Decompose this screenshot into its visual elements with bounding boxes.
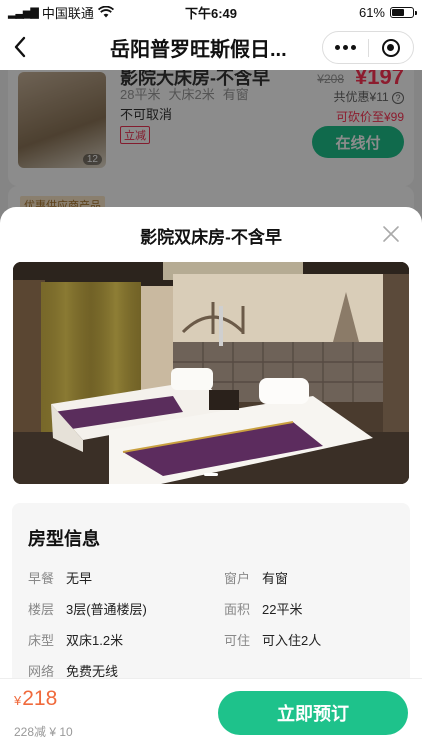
info-value: 可入住2人: [262, 633, 322, 648]
battery-fill: [392, 8, 405, 16]
signal-icon: ▂▃▅▇: [8, 6, 39, 19]
info-label: 窗户: [224, 571, 251, 586]
sheet-title: 影院双床房-不含早: [140, 228, 282, 247]
info-label: 楼层: [28, 602, 55, 617]
status-right: 61%: [358, 4, 417, 20]
info-label: 可住: [224, 633, 251, 648]
bottom-bar: ¥ 218 228减 ¥ 10 立即预订: [0, 678, 422, 750]
nav-bar: 岳阳普罗旺斯假日...: [0, 24, 422, 70]
info-row-bed: 床型 双床1.2米 可住 可入住2人: [28, 630, 321, 649]
price-value: 218: [22, 687, 58, 710]
current-price: ¥ 218: [14, 687, 57, 711]
room-info-title: 房型信息: [28, 529, 100, 549]
info-value: 有窗: [262, 571, 289, 586]
book-now-button[interactable]: 立即预订: [218, 691, 408, 735]
page-title: 岳阳普罗旺斯假日...: [110, 38, 287, 61]
close-mini-program-button[interactable]: [369, 32, 414, 63]
info-row-floor: 楼层 3层(普通楼层) 面积 22平米: [28, 599, 302, 618]
more-button[interactable]: [323, 32, 368, 63]
info-value: 无早: [66, 571, 93, 586]
room-detail-sheet: 影院双床房-不含早 房型信息 早餐 无早 窗户 有窗 楼层 3层(普通楼层) 面…: [0, 207, 422, 750]
battery-percent: 61%: [358, 4, 385, 20]
currency-symbol: ¥: [14, 693, 22, 708]
carrier-label: 中国联通: [41, 5, 94, 21]
info-value: 3层(普通楼层): [66, 602, 147, 617]
info-col2: 可住 可入住2人: [224, 630, 321, 649]
room-photo-illustration: [13, 262, 409, 484]
info-row-breakfast: 早餐 无早 窗户 有窗: [28, 568, 288, 587]
back-icon[interactable]: [0, 24, 40, 70]
room-photo[interactable]: [13, 262, 409, 484]
wifi-icon: [97, 6, 114, 18]
target-icon: [381, 38, 400, 57]
info-label: 床型: [28, 633, 55, 648]
more-icon: [334, 45, 356, 50]
photo-indicator: [204, 473, 218, 476]
info-col2: 窗户 有窗: [224, 568, 288, 587]
info-value: 22平米: [262, 602, 303, 617]
info-value: 双床1.2米: [66, 633, 124, 648]
battery-icon: [390, 6, 417, 18]
info-label: 早餐: [28, 571, 55, 586]
info-col2: 面积 22平米: [224, 599, 302, 618]
mini-program-capsule: [322, 31, 414, 64]
book-now-label: 立即预订: [277, 704, 349, 724]
price-discount-note: 228减 ¥ 10: [14, 725, 73, 739]
close-icon[interactable]: [380, 223, 402, 245]
status-bar: ▂▃▅▇ 中国联通 下午6:49 61%: [0, 0, 422, 24]
status-left: ▂▃▅▇ 中国联通: [8, 3, 114, 22]
info-label: 面积: [224, 602, 251, 617]
